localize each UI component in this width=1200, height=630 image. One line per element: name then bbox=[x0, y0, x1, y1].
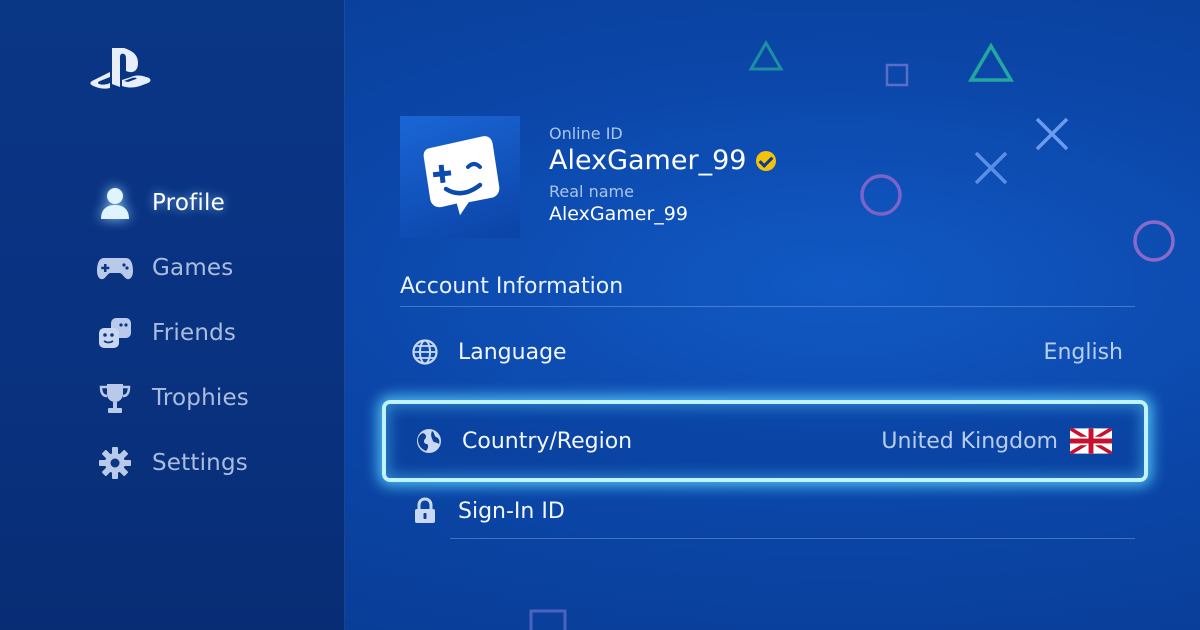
playstation-logo-icon bbox=[90, 48, 151, 89]
section-divider bbox=[400, 306, 1135, 307]
online-id-value: AlexGamer_99 bbox=[549, 145, 747, 176]
avatar[interactable] bbox=[400, 116, 520, 238]
real-name-value: AlexGamer_99 bbox=[549, 203, 688, 225]
triangle-shape-icon bbox=[967, 42, 1015, 82]
sidebar-item-profile[interactable]: Profile bbox=[96, 170, 249, 235]
sidebar-item-settings[interactable]: Settings bbox=[96, 430, 249, 495]
sidebar: Profile Games Friends Trophies Settings bbox=[0, 0, 345, 630]
gear-icon bbox=[96, 444, 134, 482]
sign-in-id-row[interactable]: Sign-In ID bbox=[400, 476, 1135, 546]
language-label: Language bbox=[458, 339, 567, 365]
sidebar-item-games[interactable]: Games bbox=[96, 235, 249, 300]
circle-shape-icon bbox=[1133, 220, 1175, 262]
profile-info: Online ID AlexGamer_99 Real name AlexGam… bbox=[549, 124, 777, 225]
row-divider bbox=[450, 538, 1135, 539]
sidebar-item-trophies[interactable]: Trophies bbox=[96, 365, 249, 430]
avatar-face-icon bbox=[423, 136, 500, 216]
sidebar-item-label: Trophies bbox=[152, 384, 249, 411]
globe-icon bbox=[400, 338, 450, 366]
online-id-label: Online ID bbox=[549, 124, 623, 143]
sign-in-id-label: Sign-In ID bbox=[458, 498, 565, 524]
square-shape-icon bbox=[529, 609, 567, 630]
country-region-row[interactable]: Country/Region United Kingdom bbox=[382, 400, 1148, 482]
country-region-value-group: United Kingdom bbox=[881, 428, 1112, 454]
sidebar-item-label: Profile bbox=[152, 189, 225, 216]
ps-profile-screen: Profile Games Friends Trophies Settings … bbox=[0, 0, 1200, 630]
section-title: Account Information bbox=[400, 274, 624, 299]
triangle-shape-icon bbox=[748, 40, 784, 71]
sidebar-item-friends[interactable]: Friends bbox=[96, 300, 249, 365]
circle-shape-icon bbox=[860, 174, 902, 216]
language-row[interactable]: Language English bbox=[400, 317, 1135, 387]
gamepad-icon bbox=[96, 249, 134, 287]
cross-shape-icon bbox=[1035, 117, 1069, 151]
real-name-label: Real name bbox=[549, 182, 634, 201]
square-shape-icon bbox=[885, 63, 909, 87]
verified-badge-icon bbox=[756, 150, 777, 171]
language-value: English bbox=[1043, 339, 1123, 365]
sidebar-nav: Profile Games Friends Trophies Settings bbox=[96, 170, 249, 495]
country-region-value: United Kingdom bbox=[881, 428, 1058, 454]
sidebar-item-label: Settings bbox=[152, 449, 248, 476]
person-icon bbox=[96, 184, 134, 222]
country-region-label: Country/Region bbox=[462, 428, 633, 454]
sidebar-item-label: Games bbox=[152, 254, 234, 281]
earth-icon bbox=[404, 427, 454, 455]
sidebar-item-label: Friends bbox=[152, 319, 237, 346]
lock-icon bbox=[400, 497, 450, 525]
cross-shape-icon bbox=[974, 151, 1008, 185]
uk-flag-icon bbox=[1070, 428, 1112, 454]
online-id: AlexGamer_99 bbox=[549, 145, 777, 176]
trophy-icon bbox=[96, 379, 134, 417]
friends-icon bbox=[96, 314, 134, 352]
